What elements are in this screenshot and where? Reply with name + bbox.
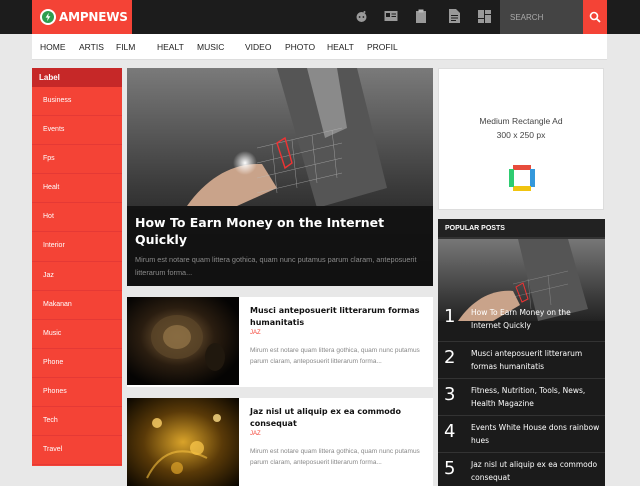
label-item-phones[interactable]: Phones (32, 378, 122, 408)
popular-rank: 5 (444, 458, 456, 479)
popular-title[interactable]: Musci anteposuerit litterarum formas hum… (471, 348, 601, 373)
ad-title: Medium Rectangle Ad (479, 116, 563, 126)
label-item-interior[interactable]: Interior (32, 232, 122, 262)
article-category[interactable]: JAZ (250, 330, 261, 336)
featured-title[interactable]: How To Earn Money on the Internet Quickl… (135, 214, 425, 248)
nav-item-film[interactable]: FILM (116, 42, 135, 52)
search-icon (589, 11, 601, 23)
top-bar: AMPNEWS (0, 0, 640, 34)
article-title[interactable]: Musci anteposuerit litterarum formas hum… (250, 305, 428, 328)
main-nav: HOME ARTIS FILM HEALT MUSIC VIDEO PHOTO … (32, 34, 607, 60)
label-item-jaz[interactable]: Jaz (32, 262, 122, 291)
label-heading: Label (32, 68, 122, 87)
search-box (500, 0, 583, 34)
article-title[interactable]: Jaz nisl ut aliquip ex ea commodo conseq… (250, 406, 428, 429)
document-icon[interactable] (447, 9, 461, 23)
article-thumbnail (127, 297, 239, 385)
label-item-fps[interactable]: Fps (32, 145, 122, 175)
nav-item-home[interactable]: HOME (40, 42, 66, 52)
nav-item-video[interactable]: VIDEO (245, 42, 271, 52)
article-thumbnail (127, 398, 239, 486)
label-item-music[interactable]: Music (32, 320, 122, 349)
search-button[interactable] (583, 0, 607, 34)
ad-rectangle[interactable]: Medium Rectangle Ad 300 x 250 px (438, 68, 604, 210)
popular-title[interactable]: Jaz nisl ut aliquip ex ea commodo conseq… (471, 459, 601, 484)
popular-title[interactable]: How To Earn Money on the Internet Quickl… (471, 307, 601, 332)
popular-posts: POPULAR POSTS 1 How To Earn Money on the… (438, 219, 605, 486)
article-card[interactable]: Jaz nisl ut aliquip ex ea commodo conseq… (127, 398, 433, 486)
featured-excerpt: Mirum est notare quam littera gothica, q… (135, 255, 417, 277)
featured-post[interactable]: How To Earn Money on the Internet Quickl… (127, 68, 433, 286)
popular-heading: POPULAR POSTS (438, 219, 605, 239)
nav-item-healt[interactable]: HEALT (157, 42, 184, 52)
site-logo[interactable]: AMPNEWS (32, 0, 132, 34)
ad-size: 300 x 250 px (496, 130, 546, 140)
lightning-icon (40, 9, 56, 25)
popular-title[interactable]: Events White House dons rainbow hues (471, 422, 601, 447)
popular-item[interactable]: 4 Events White House dons rainbow hues (438, 416, 605, 453)
clipboard-icon[interactable] (414, 9, 428, 23)
label-item-makanan[interactable]: Makanan (32, 291, 122, 320)
label-item-tech[interactable]: Tech (32, 407, 122, 437)
ad-logo-icon (509, 165, 535, 191)
nav-item-photo[interactable]: PHOTO (285, 42, 315, 52)
popular-item[interactable]: 1 How To Earn Money on the Internet Quic… (438, 301, 605, 338)
label-sidebar: Label Business Events Fps Healt Hot Inte… (32, 68, 122, 466)
popular-rank: 4 (444, 421, 456, 442)
popular-rank: 1 (444, 306, 456, 327)
label-item-business[interactable]: Business (32, 87, 122, 117)
nav-item-artis[interactable]: ARTIS (79, 42, 104, 52)
search-input[interactable] (500, 0, 583, 34)
article-excerpt: Mirum est notare quam littera gothica, q… (250, 347, 420, 365)
nav-item-healt-2[interactable]: HEALT (327, 42, 354, 52)
popular-item[interactable]: 2 Musci anteposuerit litterarum formas h… (438, 342, 605, 379)
id-card-icon[interactable] (384, 9, 398, 23)
popular-title[interactable]: Fitness, Nutrition, Tools, News, Health … (471, 385, 601, 410)
label-item-events[interactable]: Events (32, 116, 122, 146)
logo-text: AMPNEWS (59, 10, 128, 24)
label-item-hot[interactable]: Hot (32, 203, 122, 233)
article-card[interactable]: Musci anteposuerit litterarum formas hum… (127, 297, 433, 387)
nav-item-profil[interactable]: PROFIL (367, 42, 398, 52)
popular-rank: 2 (444, 347, 456, 368)
label-item-phone[interactable]: Phone (32, 349, 122, 378)
article-excerpt: Mirum est notare quam littera gothica, q… (250, 448, 420, 466)
nav-item-music[interactable]: MUSIC (197, 42, 224, 52)
popular-rank: 3 (444, 384, 456, 405)
label-item-healt[interactable]: Healt (32, 174, 122, 204)
reddit-icon[interactable] (354, 9, 368, 23)
label-item-travel[interactable]: Travel (32, 436, 122, 466)
popular-item[interactable]: 5 Jaz nisl ut aliquip ex ea commodo cons… (438, 453, 605, 486)
article-category[interactable]: JAZ (250, 431, 261, 437)
dashboard-icon[interactable] (477, 9, 491, 23)
popular-item[interactable]: 3 Fitness, Nutrition, Tools, News, Healt… (438, 379, 605, 416)
